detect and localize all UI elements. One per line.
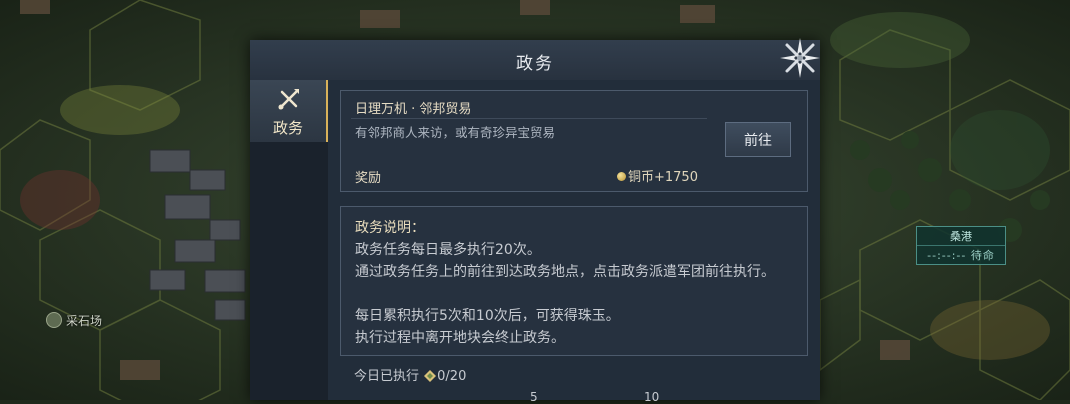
info-line: 执行过程中离开地块会终止政务。 [355,330,565,346]
close-icon[interactable] [778,36,822,80]
dialog-titlebar: 政务 [250,40,820,81]
task-title: 日理万机 · 邻邦贸易 [355,102,472,117]
reward-amount: 铜币+1750 [628,170,698,185]
info-line: 每日累积执行5次和10次后，可获得珠玉。 [355,308,620,324]
dock-map-tag[interactable]: 桑港 --:--:-- 待命 [916,226,1006,265]
milestone-label: 5 [530,390,538,404]
reward-value: 铜币+1750 [617,166,698,185]
copper-coin-icon [617,172,626,181]
jade-icon [424,370,437,382]
info-panel: 政务说明： 政务任务每日最多执行20次。 通过政务任务上的前往到达政务地点，点击… [340,206,808,356]
task-description: 有邻邦商人来访，或有奇珍异宝贸易 [355,125,556,140]
milestone-label: 10 [644,390,660,404]
affairs-dialog: 政务 政务 日理万机 · 邻邦贸易 有邻邦商人来访，或有奇珍异宝贸易 前往 奖励… [250,38,820,404]
tab-affairs[interactable]: 政务 [250,80,328,142]
daily-count: 今日已执行 0/20 [354,365,466,384]
tab-affairs-label: 政务 [272,119,303,137]
quarry-label-text: 采石场 [66,314,103,328]
brush-scroll-icon [278,89,299,110]
info-line: 通过政务任务上的前往到达政务地点，点击政务派遣军团前往执行。 [355,264,775,280]
dock-name: 桑港 [917,227,1005,246]
go-button[interactable]: 前往 [725,122,791,157]
info-line: 政务任务每日最多执行20次。 [355,242,541,258]
quarry-icon [46,312,62,328]
dialog-content: 日理万机 · 邻邦贸易 有邻邦商人来访，或有奇珍异宝贸易 前往 奖励 铜币+17… [328,80,820,404]
reward-label: 奖励 [355,171,382,186]
daily-label: 今日已执行 [354,369,420,384]
info-heading: 政务说明： [355,220,425,236]
task-divider [351,118,707,119]
daily-count-value: 0/20 [437,369,467,384]
tab-column: 政务 [250,80,328,400]
dock-status: --:--:-- 待命 [927,249,995,262]
dialog-title: 政务 [516,54,554,74]
task-card: 日理万机 · 邻邦贸易 有邻邦商人来访，或有奇珍异宝贸易 前往 奖励 铜币+17… [340,90,808,192]
quarry-map-label[interactable]: 采石场 [46,312,102,329]
